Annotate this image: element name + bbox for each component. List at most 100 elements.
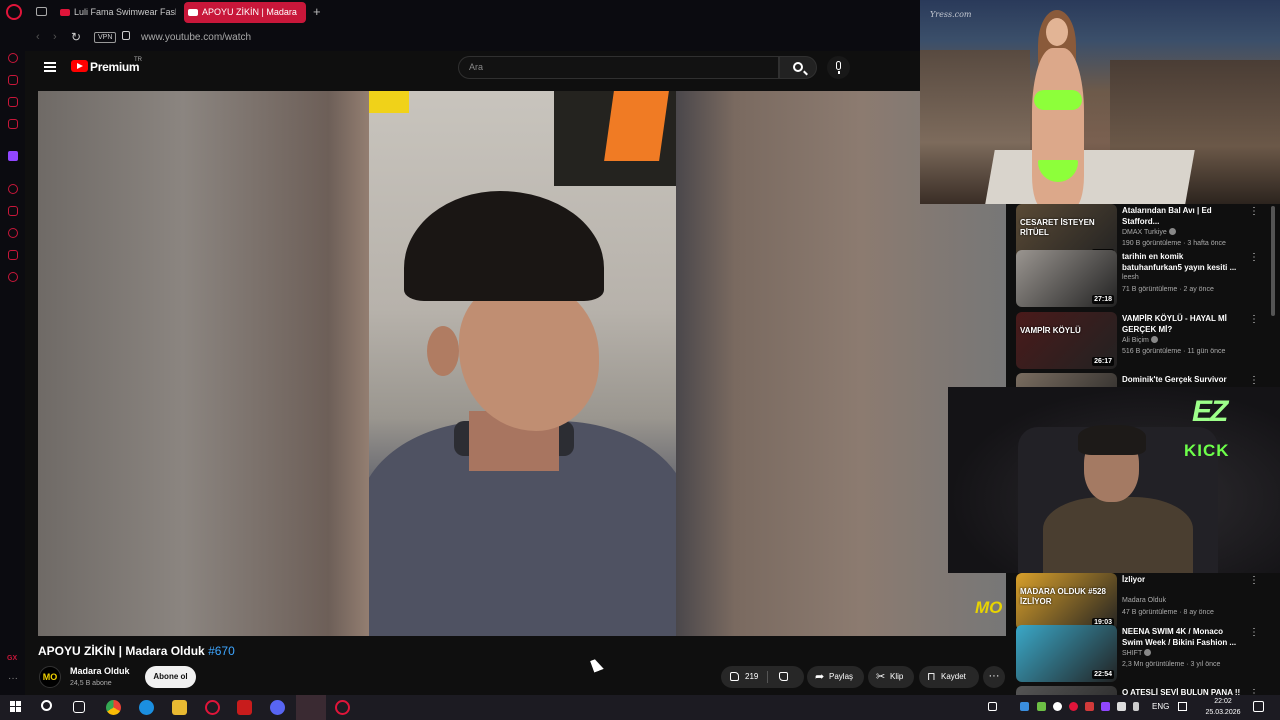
share-label: Paylaş — [829, 672, 854, 681]
tray-app-icon[interactable] — [1085, 702, 1094, 711]
recommendation-channel[interactable]: leesh — [1122, 274, 1139, 281]
recommendation-channel[interactable]: SHIFT — [1122, 649, 1152, 657]
reload-icon[interactable]: ↻ — [71, 30, 81, 44]
windows-taskbar: ENG 22:02 25.03.2026 — [0, 695, 1280, 720]
recommendation-channel[interactable]: Ali Biçim — [1122, 336, 1158, 344]
gx-control-icon[interactable] — [8, 75, 18, 85]
tray-app-icon[interactable] — [1069, 702, 1078, 711]
dislike-icon[interactable] — [779, 672, 788, 681]
recommendation-title[interactable]: Dominik'te Gerçek Survivor — [1122, 374, 1244, 385]
lock-icon[interactable] — [122, 31, 130, 40]
recommendation-menu-icon[interactable]: ⋮ — [1249, 375, 1259, 386]
tray-app-icon[interactable] — [1020, 702, 1029, 711]
forward-icon[interactable]: › — [53, 31, 57, 43]
recommendation-title[interactable]: İzliyor — [1122, 574, 1244, 585]
tray-app-icon[interactable] — [1101, 702, 1110, 711]
opera-gx-taskbar-icon[interactable] — [205, 700, 220, 715]
settings-icon[interactable] — [8, 272, 18, 282]
verified-icon — [1144, 649, 1152, 656]
opera-active-taskbar-icon[interactable] — [296, 695, 326, 720]
news-widget-icon[interactable] — [988, 702, 997, 711]
player-icon[interactable] — [8, 184, 18, 194]
tray-app-icon[interactable] — [1053, 702, 1062, 711]
edge-icon[interactable] — [139, 700, 154, 715]
recommendation-title[interactable]: Atalarından Bal Avı | Ed Stafford... — [1122, 205, 1244, 227]
vpn-badge[interactable]: VPN — [94, 32, 117, 43]
like-icon[interactable] — [730, 672, 739, 681]
video-hashtag[interactable]: #670 — [208, 644, 235, 658]
recommendation-item[interactable]: MADARA OLDUK #528 İZLİYOR 19:03 İzliyor Mad… — [1016, 573, 1268, 631]
model-bikini-top — [1034, 90, 1082, 110]
channel-name[interactable]: Madara Olduk — [70, 666, 130, 676]
like-count[interactable]: 219 — [745, 666, 758, 688]
tray-app-icon[interactable] — [1037, 702, 1046, 711]
discord-icon[interactable] — [270, 700, 285, 715]
recommendation-menu-icon[interactable]: ⋮ — [1249, 252, 1259, 263]
task-view-icon[interactable] — [73, 701, 85, 713]
menu-icon[interactable] — [44, 62, 56, 72]
tab-apoyu-zikin[interactable]: APOYU ZİKİN | Madara — [184, 2, 306, 23]
voice-search-button[interactable] — [827, 56, 850, 79]
channel-watermark[interactable]: MO — [975, 598, 1002, 618]
recommendation-title[interactable]: NEENA SWIM 4K / Monaco Swim Week / Bikin… — [1122, 626, 1244, 648]
sidebar-more-icon[interactable]: ··· — [8, 673, 18, 684]
tab-manager-icon[interactable] — [36, 7, 47, 16]
video-bg-orange — [604, 91, 669, 161]
opera-logo-icon[interactable] — [6, 4, 22, 20]
recommendation-thumbnail[interactable]: MADARA OLDUK #528 İZLİYOR 19:03 — [1016, 573, 1117, 630]
youtube-premium-brand[interactable]: Premium — [90, 60, 140, 74]
search-input[interactable]: Ara — [458, 56, 779, 79]
history-icon[interactable] — [8, 228, 18, 238]
recommendation-title[interactable]: tarihin en komik batuhanfurkan5 yayın ke… — [1122, 251, 1244, 273]
mic-tray-icon[interactable] — [1133, 702, 1139, 711]
subscribe-button[interactable]: Abone ol — [145, 666, 196, 688]
thumbnail-caption: VAMPİR KÖYLÜ — [1020, 326, 1081, 335]
url-field[interactable]: www.youtube.com/watch — [141, 32, 251, 43]
new-tab-button[interactable]: + — [313, 4, 321, 19]
share-button[interactable]: ➦ Paylaş — [807, 666, 864, 688]
notification-icon[interactable] — [1253, 701, 1264, 712]
recommendation-channel[interactable]: DMAX Turkiye — [1122, 228, 1176, 236]
recommendation-thumbnail[interactable]: 27:18 — [1016, 250, 1117, 307]
recommendation-menu-icon[interactable]: ⋮ — [1249, 627, 1259, 638]
battery-icon[interactable] — [1178, 702, 1187, 711]
runway-video-overlay[interactable]: Yress.com — [920, 0, 1280, 204]
recommendation-thumbnail[interactable]: 22:54 — [1016, 625, 1117, 682]
search-button[interactable] — [779, 56, 817, 79]
recommendation-channel[interactable]: Madara Olduk — [1122, 597, 1166, 604]
recommendation-menu-icon[interactable]: ⋮ — [1249, 206, 1259, 217]
tray-app-icon[interactable] — [1117, 702, 1126, 711]
recommendation-menu-icon[interactable]: ⋮ — [1249, 575, 1259, 586]
twitch-icon[interactable] — [8, 151, 18, 161]
extensions-icon[interactable] — [8, 250, 18, 260]
search-icon — [793, 62, 803, 72]
clip-button[interactable]: ✂ Klip — [868, 666, 914, 688]
back-icon[interactable]: ‹ — [36, 31, 40, 43]
opera-taskbar-icon[interactable] — [335, 700, 350, 715]
more-actions-button[interactable]: ··· — [983, 666, 1005, 688]
chrome-icon[interactable] — [106, 700, 121, 715]
bookmarks-icon[interactable] — [8, 206, 18, 216]
video-editor-icon[interactable] — [237, 700, 252, 715]
recommendation-item[interactable]: VAMPİR KÖYLÜ 26:17 VAMPİR KÖYLÜ - HAYAL Mİ… — [1016, 312, 1268, 370]
clock[interactable]: 22:02 25.03.2026 — [1203, 696, 1243, 718]
youtube-logo-icon[interactable] — [71, 60, 88, 72]
scrollbar-thumb[interactable] — [1271, 206, 1275, 316]
messenger-icon[interactable] — [8, 97, 18, 107]
aria-icon[interactable] — [8, 53, 18, 63]
recommendation-item[interactable]: 22:54 NEENA SWIM 4K / Monaco Swim Week / … — [1016, 625, 1268, 683]
save-button[interactable]: ⊓ Kaydet — [919, 666, 979, 688]
channel-avatar[interactable]: MO — [39, 666, 61, 688]
video-player[interactable]: MO — [38, 91, 1006, 636]
gx-corner-icon[interactable] — [8, 119, 18, 129]
recommendation-title[interactable]: VAMPİR KÖYLÜ - HAYAL Mİ GERÇEK Mİ? — [1122, 313, 1244, 335]
recommendation-menu-icon[interactable]: ⋮ — [1249, 314, 1259, 325]
file-explorer-icon[interactable] — [172, 700, 187, 715]
scissors-icon: ✂ — [876, 671, 886, 683]
language-indicator[interactable]: ENG — [1152, 702, 1169, 711]
windows-start-icon[interactable] — [10, 701, 22, 713]
recommendation-thumbnail[interactable]: VAMPİR KÖYLÜ 26:17 — [1016, 312, 1117, 369]
tab-luli-fama[interactable]: Luli Fama Swimwear Fashi — [56, 2, 176, 23]
taskbar-search-icon[interactable] — [41, 700, 52, 711]
recommendation-item[interactable]: 27:18 tarihin en komik batuhanfurkan5 yay… — [1016, 250, 1268, 308]
